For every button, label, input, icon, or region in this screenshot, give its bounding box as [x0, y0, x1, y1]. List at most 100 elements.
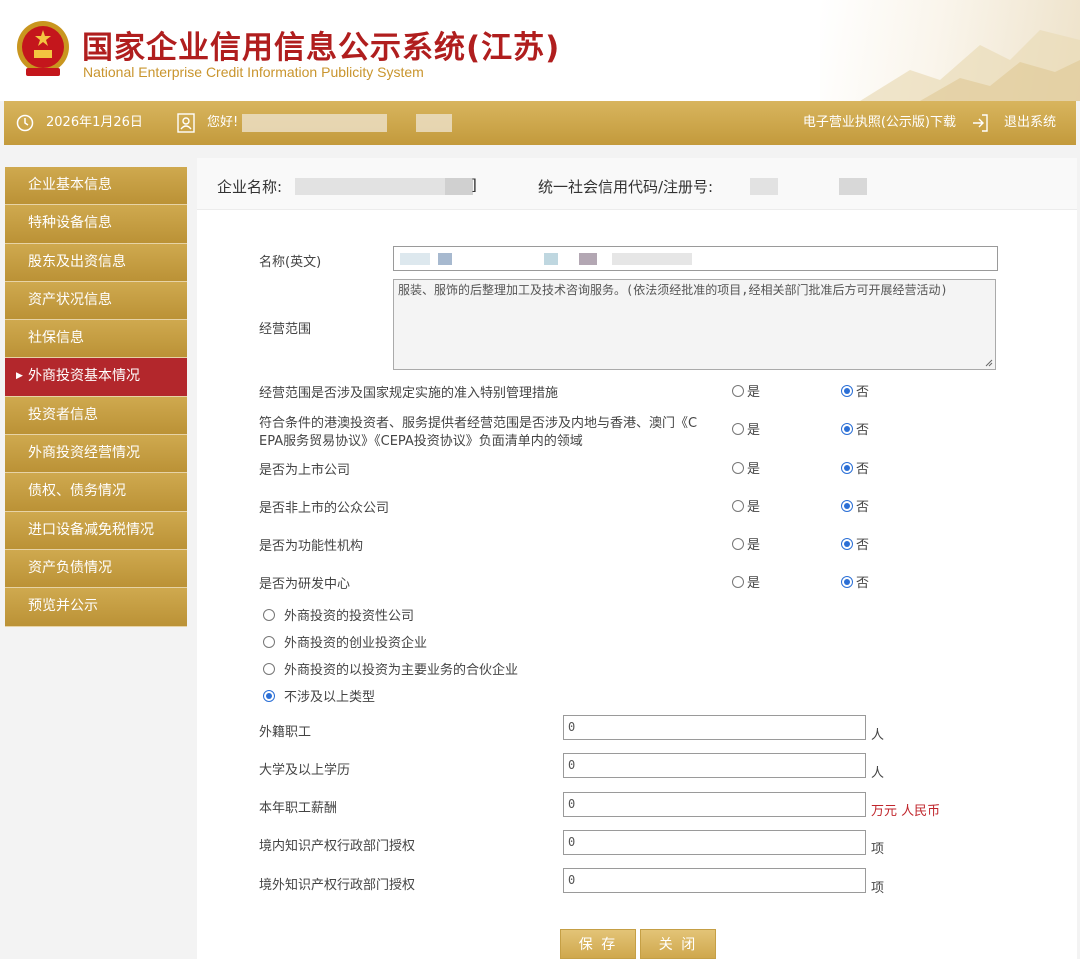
- close-button[interactable]: 关 闭: [640, 929, 716, 959]
- radio-investment-partnership[interactable]: 外商投资的以投资为主要业务的合伙企业: [263, 659, 518, 678]
- site-title: 国家企业信用信息公示系统(江苏): [82, 22, 560, 67]
- question-listed-company: 是否为上市公司: [259, 463, 351, 478]
- domestic-ip-unit: 项: [871, 842, 885, 857]
- staff-salary-input[interactable]: 0: [563, 792, 866, 817]
- radio-public-yes[interactable]: 是: [732, 496, 760, 515]
- radio-circle: [732, 461, 744, 474]
- sidebar-item-label: 债权、债务情况: [28, 483, 126, 500]
- english-name-input[interactable]: [393, 246, 998, 271]
- credit-code-redacted-2: [839, 178, 867, 195]
- domestic-ip-input[interactable]: 0: [563, 830, 866, 855]
- company-name-redacted-2: [445, 178, 473, 195]
- english-name-redacted-3: [544, 253, 558, 265]
- radio-circle: [732, 575, 744, 588]
- radio-public-no[interactable]: 否: [841, 496, 869, 515]
- greeting: 您好!: [207, 115, 239, 130]
- domestic-ip-label: 境内知识产权行政部门授权: [259, 839, 416, 854]
- radio-functional-no[interactable]: 否: [841, 534, 869, 553]
- radio-functional-yes[interactable]: 是: [732, 534, 760, 553]
- english-name-redacted-2: [438, 253, 452, 265]
- sidebar-item-label: 预览并公示: [28, 598, 98, 615]
- radio-special-measures-yes[interactable]: 是: [732, 381, 760, 400]
- question-rd-center: 是否为研发中心: [259, 577, 351, 592]
- radio-circle: [841, 537, 853, 550]
- license-download-link[interactable]: 电子营业执照(公示版)下载: [803, 101, 956, 145]
- radio-venture-capital[interactable]: 外商投资的创业投资企业: [263, 632, 427, 651]
- english-name-redacted-4: [612, 253, 692, 265]
- national-emblem-icon: [17, 21, 69, 76]
- user-card-icon: [177, 113, 195, 133]
- sidebar-item-liabilities[interactable]: 资产负债情况: [5, 549, 187, 589]
- sidebar-item-assets[interactable]: 资产状况信息: [5, 281, 187, 321]
- sidebar-item-import-tax[interactable]: 进口设备减免税情况: [5, 511, 187, 550]
- staff-salary-label: 本年职工薪酬: [259, 801, 338, 816]
- business-scope-text: 服装、服饰的后整理加工及技术咨询服务。(依法须经批准的项目,经相关部门批准后方可…: [398, 283, 948, 297]
- radio-label: 是: [747, 538, 761, 553]
- radio-circle: [841, 384, 853, 397]
- company-name-redacted: [295, 178, 445, 195]
- main-form-card: 企业名称: ] 统一社会信用代码/注册号: 名称(英文) 经营范围 服装、服饰的…: [197, 158, 1077, 959]
- sidebar-item-special-equipment[interactable]: 特种设备信息: [5, 205, 187, 244]
- business-scope-textarea[interactable]: 服装、服饰的后整理加工及技术咨询服务。(依法须经批准的项目,经相关部门批准后方可…: [393, 279, 996, 370]
- english-name-redacted: [400, 253, 430, 265]
- foreign-staff-input[interactable]: 0: [563, 715, 866, 740]
- radio-label: 否: [856, 462, 870, 477]
- business-scope-label: 经营范围: [259, 322, 312, 337]
- sidebar-item-foreign-operations[interactable]: 外商投资经营情况: [5, 435, 187, 474]
- sidebar-item-enterprise-basic[interactable]: 企业基本信息: [5, 167, 187, 206]
- radio-none-of-above[interactable]: 不涉及以上类型: [263, 686, 375, 705]
- question-special-measures: 经营范围是否涉及国家规定实施的准入特别管理措施: [259, 386, 559, 401]
- logout-icon[interactable]: [970, 113, 990, 133]
- foreign-ip-label: 境外知识产权行政部门授权: [259, 878, 416, 893]
- sidebar-item-shareholders[interactable]: 股东及出资信息: [5, 243, 187, 282]
- sidebar-item-label: 企业基本信息: [28, 177, 112, 193]
- radio-label: 不涉及以上类型: [284, 690, 376, 705]
- radio-circle: [732, 384, 744, 397]
- caret-right-icon: ▶: [16, 371, 23, 382]
- radio-circle: [263, 662, 275, 675]
- radio-circle: [263, 689, 275, 702]
- radio-label: 否: [856, 538, 870, 553]
- sidebar-item-label: 资产负债情况: [28, 559, 112, 576]
- save-button[interactable]: 保 存: [560, 929, 636, 959]
- foreign-staff-label: 外籍职工: [259, 725, 312, 740]
- question-public-company: 是否非上市的公众公司: [259, 501, 390, 516]
- radio-circle: [263, 635, 275, 648]
- radio-cepa-yes[interactable]: 是: [732, 419, 760, 438]
- radio-label: 外商投资的投资性公司: [284, 609, 415, 624]
- foreign-ip-input[interactable]: 0: [563, 868, 866, 893]
- radio-listed-no[interactable]: 否: [841, 458, 869, 477]
- question-cepa-line2: EPA服务贸易协议》《CEPA投资协议》负面清单内的领域: [259, 434, 583, 449]
- logout-link[interactable]: 退出系统: [1004, 101, 1056, 145]
- sidebar-item-foreign-investment-basic[interactable]: ▶ 外商投资基本情况: [5, 358, 187, 397]
- radio-circle: [841, 575, 853, 588]
- sidebar-item-label: 外商投资基本情况: [28, 368, 140, 385]
- company-name-tail: ]: [471, 176, 477, 194]
- radio-special-measures-no[interactable]: 否: [841, 381, 869, 400]
- radio-circle: [841, 499, 853, 512]
- radio-label: 是: [747, 385, 761, 400]
- radio-listed-yes[interactable]: 是: [732, 458, 760, 477]
- radio-circle: [841, 422, 853, 435]
- resize-grip-icon[interactable]: [983, 357, 993, 367]
- radio-label: 外商投资的以投资为主要业务的合伙企业: [284, 663, 519, 678]
- sidebar-item-investors[interactable]: 投资者信息: [5, 396, 187, 436]
- english-name-redacted-5: [579, 253, 597, 265]
- radio-rd-no[interactable]: 否: [841, 572, 869, 591]
- sidebar-item-label: 投资者信息: [28, 406, 98, 423]
- radio-investment-company[interactable]: 外商投资的投资性公司: [263, 605, 414, 624]
- sidebar-item-debts[interactable]: 债权、债务情况: [5, 473, 187, 512]
- radio-cepa-no[interactable]: 否: [841, 419, 869, 438]
- english-name-label: 名称(英文): [259, 255, 322, 270]
- radio-label: 否: [856, 576, 870, 591]
- radio-circle: [263, 608, 275, 621]
- radio-circle: [732, 499, 744, 512]
- radio-rd-yes[interactable]: 是: [732, 572, 760, 591]
- sidebar-item-preview-publish[interactable]: 预览并公示: [5, 588, 187, 627]
- company-info-bar: 企业名称: ] 统一社会信用代码/注册号:: [197, 158, 1077, 210]
- university-staff-input[interactable]: 0: [563, 753, 866, 778]
- sidebar-item-social-security[interactable]: 社保信息: [5, 320, 187, 359]
- username-redacted-2: [416, 114, 452, 132]
- current-date: 2026年1月26日: [46, 115, 143, 130]
- sidebar-item-label: 外商投资经营情况: [28, 445, 140, 462]
